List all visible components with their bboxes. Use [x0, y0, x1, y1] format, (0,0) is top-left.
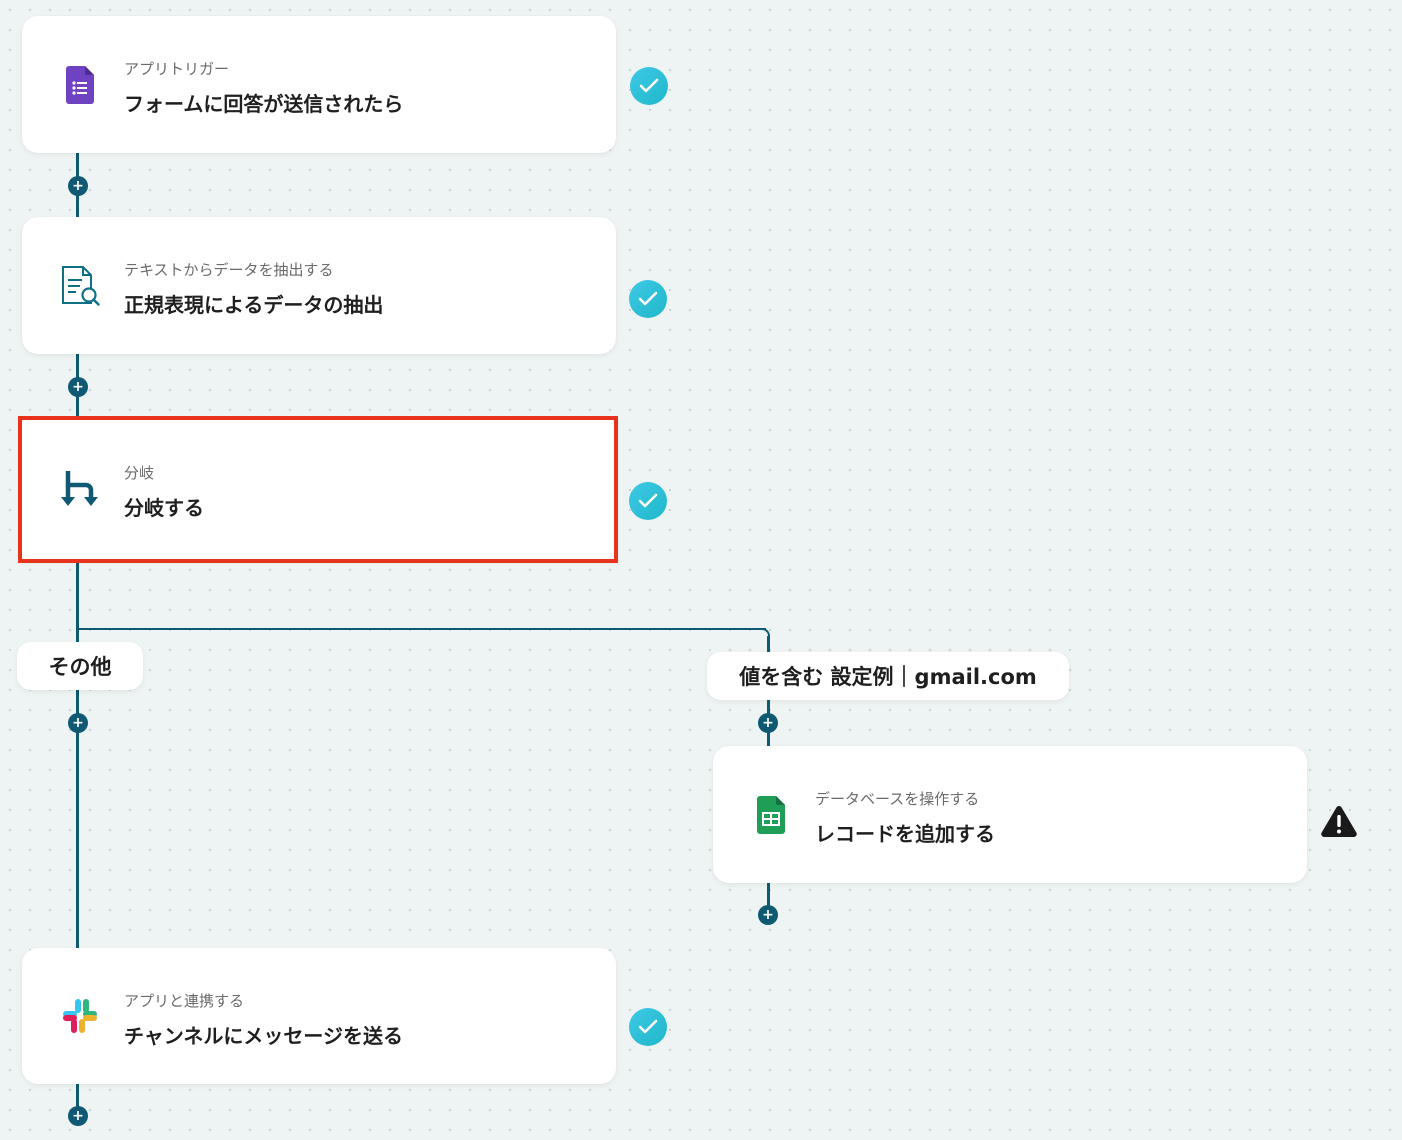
step-type-label: データベースを操作する — [815, 790, 980, 808]
connector-line — [76, 560, 79, 948]
add-step-button[interactable]: + — [758, 713, 778, 733]
check-icon — [629, 482, 667, 520]
google-forms-icon — [58, 63, 102, 107]
step-title: レコードを追加する — [815, 822, 995, 846]
add-step-button[interactable]: + — [68, 1106, 88, 1126]
add-step-button[interactable]: + — [68, 713, 88, 733]
step-title: フォームに回答が送信されたら — [124, 92, 404, 116]
step-type-label: テキストからデータを抽出する — [124, 261, 334, 279]
add-step-button[interactable]: + — [758, 905, 778, 925]
slack-icon — [58, 994, 102, 1038]
step-title: チャンネルにメッセージを送る — [124, 1024, 403, 1048]
check-icon — [629, 280, 667, 318]
step-card-extract[interactable]: テキストからデータを抽出する 正規表現によるデータの抽出 — [22, 217, 616, 354]
step-type-label: アプリと連携する — [124, 992, 245, 1010]
add-step-button[interactable]: + — [68, 377, 88, 397]
check-icon — [630, 67, 668, 105]
step-type-label: アプリトリガー — [124, 60, 230, 78]
branch-label-condition[interactable]: 値を含む 設定例｜gmail.com — [707, 652, 1069, 700]
step-title: 正規表現によるデータの抽出 — [124, 293, 384, 317]
add-step-button[interactable]: + — [68, 176, 88, 196]
branch-label-other[interactable]: その他 — [17, 642, 143, 690]
step-card-slack[interactable]: アプリと連携する チャンネルにメッセージを送る — [22, 948, 616, 1084]
google-sheets-icon — [749, 793, 793, 837]
branch-connector-line — [76, 628, 766, 630]
warning-icon — [1320, 804, 1358, 842]
connector-line — [767, 636, 770, 652]
check-icon — [629, 1008, 667, 1046]
document-search-icon — [58, 264, 102, 308]
step-card-add-record[interactable]: データベースを操作する レコードを追加する — [713, 746, 1307, 883]
selection-highlight — [18, 416, 618, 563]
step-card-form-trigger[interactable]: アプリトリガー フォームに回答が送信されたら — [22, 16, 616, 153]
